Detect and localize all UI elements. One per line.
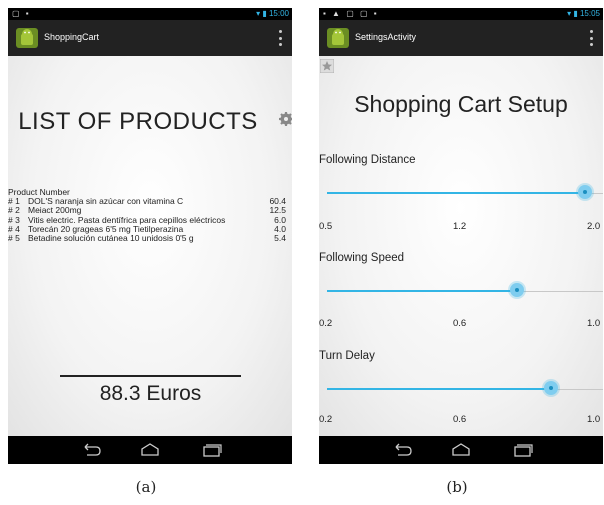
product-number: # 5 <box>8 233 20 244</box>
slider-fill <box>327 192 585 194</box>
tick-label-max: 1.0 <box>587 318 601 329</box>
action-bar: ShoppingCart <box>8 20 292 56</box>
phone-screen-a: ▢ ▪ ▾ ▮ 15:00 ShoppingCart LIST OF PRODU… <box>8 8 292 464</box>
tick-label-max: 1.0 <box>587 414 601 425</box>
tick-label-mid: 0.6 <box>453 318 467 329</box>
battery-icon: ▮ <box>573 9 578 18</box>
home-icon[interactable] <box>450 443 472 457</box>
android-app-icon <box>327 28 349 48</box>
divider <box>60 375 241 377</box>
notification-icons: ▪ ▲ ▢ ▢ ▪ <box>323 9 379 18</box>
star-icon <box>320 59 334 73</box>
battery-icon: ▮ <box>262 9 267 18</box>
page-title: Shopping Cart Setup <box>354 91 568 117</box>
slider-thumb[interactable] <box>577 185 592 199</box>
total-amount: 88.3 Euros <box>99 382 202 405</box>
tick-label-min: 0.5 <box>319 221 333 232</box>
slider-ticks: 0.5 1.2 2.0 <box>319 221 603 233</box>
page-title: LIST OF PRODUCTS <box>18 108 258 135</box>
status-right: ▾ ▮ 15:05 <box>567 9 600 18</box>
setting-label-following-speed: Following Speed <box>319 252 405 264</box>
setting-label-following-distance: Following Distance <box>319 154 416 166</box>
wifi-icon: ▾ <box>567 9 572 18</box>
caption-a: (a) <box>135 478 157 496</box>
tick-label-max: 2.0 <box>587 221 601 232</box>
phone-screen-b: ▪ ▲ ▢ ▢ ▪ ▾ ▮ 15:05 SettingsActivity Sho… <box>319 8 603 464</box>
nav-bar <box>8 436 292 464</box>
wifi-icon: ▾ <box>256 9 261 18</box>
slider-ticks: 0.2 0.6 1.0 <box>319 414 603 426</box>
android-app-icon <box>16 28 38 48</box>
tick-label-min: 0.2 <box>319 318 333 329</box>
product-price: 5.4 <box>274 233 286 244</box>
recent-apps-icon[interactable] <box>511 443 533 457</box>
tick-label-mid: 1.2 <box>453 221 467 232</box>
slider-thumb[interactable] <box>509 283 524 297</box>
tick-label-min: 0.2 <box>319 414 333 425</box>
slider-thumb[interactable] <box>544 381 559 395</box>
nav-bar <box>319 436 603 464</box>
following-speed-slider[interactable] <box>327 282 603 302</box>
list-item[interactable]: # 5 Betadine solución cutánea 10 unidosi… <box>8 233 286 244</box>
setting-label-turn-delay: Turn Delay <box>319 350 375 362</box>
back-icon[interactable] <box>80 443 102 457</box>
status-bar: ▪ ▲ ▢ ▢ ▪ ▾ ▮ 15:05 <box>319 8 603 20</box>
slider-ticks: 0.2 0.6 1.0 <box>319 318 603 330</box>
following-distance-slider[interactable] <box>327 184 603 204</box>
gear-icon[interactable] <box>279 112 292 126</box>
overflow-menu-icon[interactable] <box>590 30 593 46</box>
status-bar: ▢ ▪ ▾ ▮ 15:00 <box>8 8 292 20</box>
tick-label-mid: 0.6 <box>453 414 467 425</box>
main-content: Shopping Cart Setup Following Distance 0… <box>319 56 603 436</box>
slider-fill <box>327 290 517 292</box>
product-list: # 1 DOL'S naranja sin azúcar con vitamin… <box>8 196 286 244</box>
back-icon[interactable] <box>391 443 413 457</box>
status-time: 15:05 <box>579 9 600 18</box>
home-icon[interactable] <box>139 443 161 457</box>
app-title: SettingsActivity <box>355 32 417 42</box>
overflow-menu-icon[interactable] <box>279 30 282 46</box>
turn-delay-slider[interactable] <box>327 380 603 400</box>
notification-icons: ▢ ▪ <box>12 9 31 18</box>
app-title: ShoppingCart <box>44 32 100 42</box>
status-right: ▾ ▮ 15:00 <box>256 9 289 18</box>
slider-fill <box>327 388 552 390</box>
status-time: 15:00 <box>268 9 289 18</box>
recent-apps-icon[interactable] <box>200 443 222 457</box>
product-name: Betadine solución cutánea 10 unidosis 0'… <box>28 233 194 244</box>
caption-b: (b) <box>446 478 468 496</box>
action-bar: SettingsActivity <box>319 20 603 56</box>
main-content: LIST OF PRODUCTS Product Number # 1 DOL'… <box>8 56 292 436</box>
